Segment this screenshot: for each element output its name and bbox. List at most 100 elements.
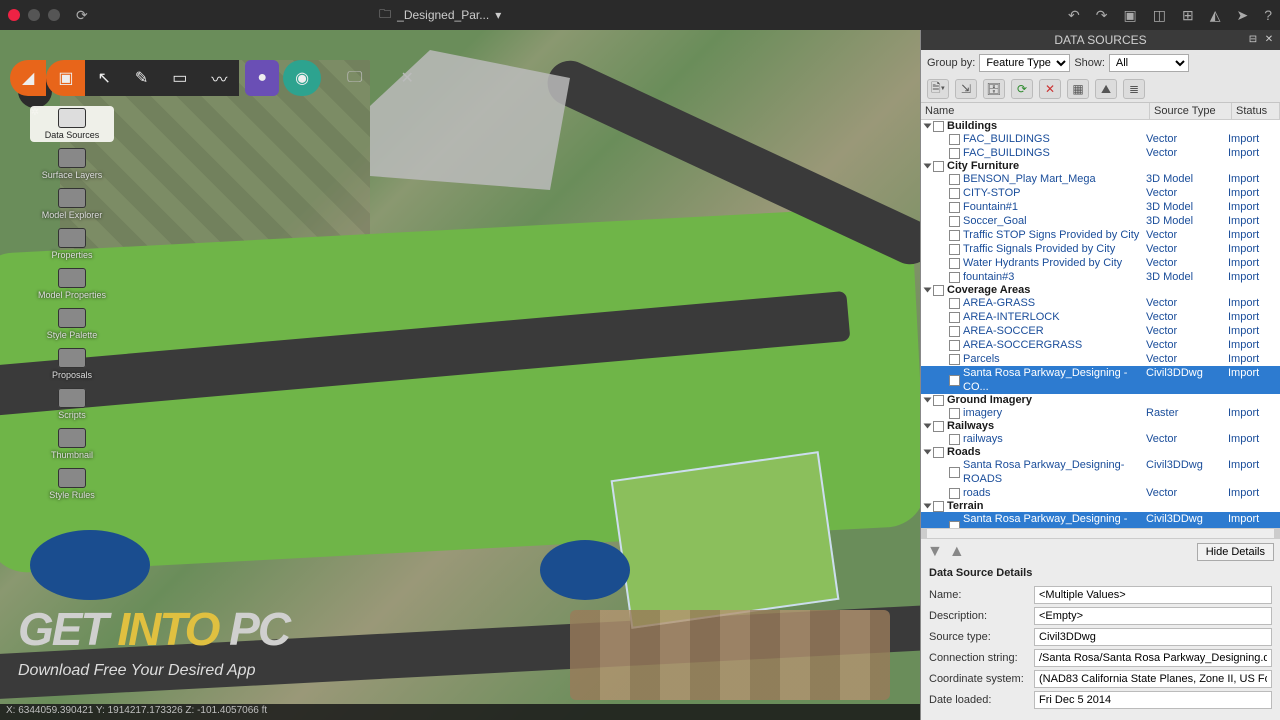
group-buildings[interactable]: Buildings xyxy=(921,120,1280,132)
tool-style-rules[interactable]: Style Rules xyxy=(30,466,114,502)
checkbox[interactable] xyxy=(933,447,944,458)
data-tree[interactable]: Name Source Type Status BuildingsFAC_BUI… xyxy=(921,103,1280,528)
checkbox[interactable] xyxy=(949,488,960,499)
checkbox[interactable] xyxy=(949,467,960,478)
arrow-up-icon[interactable]: ▲ xyxy=(949,543,965,561)
tool-a-icon[interactable]: ◭ xyxy=(1210,7,1221,24)
table-row[interactable]: railwaysVectorImport xyxy=(921,432,1280,446)
checkbox[interactable] xyxy=(933,395,944,406)
checkbox[interactable] xyxy=(949,521,960,529)
ribbon-track-icon[interactable]: 〰 xyxy=(199,60,239,96)
tool-style-palette[interactable]: Style Palette xyxy=(30,306,114,342)
show-select[interactable]: All xyxy=(1109,54,1189,72)
checkbox[interactable] xyxy=(949,134,960,145)
tb-db-icon[interactable]: 🗄 xyxy=(983,79,1005,99)
checkbox[interactable] xyxy=(933,121,944,132)
group-city-furniture[interactable]: City Furniture xyxy=(921,160,1280,172)
close-window[interactable] xyxy=(8,9,20,21)
table-row[interactable]: AREA-SOCCERGRASSVectorImport xyxy=(921,338,1280,352)
snapshot-icon[interactable]: ▣ xyxy=(1123,7,1136,24)
checkbox[interactable] xyxy=(949,230,960,241)
tool-model-explorer[interactable]: Model Explorer xyxy=(30,186,114,222)
table-row[interactable]: BENSON_Play Mart_Mega3D ModelImport xyxy=(921,172,1280,186)
detail-value[interactable] xyxy=(1034,670,1272,688)
group-ground-imagery[interactable]: Ground Imagery xyxy=(921,394,1280,406)
checkbox[interactable] xyxy=(949,354,960,365)
checkbox[interactable] xyxy=(949,148,960,159)
checkbox[interactable] xyxy=(949,272,960,283)
arrow-down-icon[interactable]: ▼ xyxy=(927,543,943,561)
redo-icon[interactable]: ↷ xyxy=(1096,7,1108,24)
col-type[interactable]: Source Type xyxy=(1150,103,1232,119)
checkbox[interactable] xyxy=(949,375,960,386)
tool-properties[interactable]: Properties xyxy=(30,226,114,262)
undo-icon[interactable]: ↶ xyxy=(1068,7,1080,24)
checkbox[interactable] xyxy=(949,312,960,323)
group-coverage-areas[interactable]: Coverage Areas xyxy=(921,284,1280,296)
tool-proposals[interactable]: Proposals xyxy=(30,346,114,382)
checkbox[interactable] xyxy=(949,188,960,199)
checkbox[interactable] xyxy=(949,298,960,309)
table-row[interactable]: Traffic Signals Provided by CityVectorIm… xyxy=(921,242,1280,256)
group-railways[interactable]: Railways xyxy=(921,420,1280,432)
checkbox[interactable] xyxy=(933,161,944,172)
ribbon-settings-icon[interactable]: ✕ xyxy=(388,60,425,96)
checkbox[interactable] xyxy=(949,174,960,185)
tb-refresh-icon[interactable]: ⟳ xyxy=(1011,79,1033,99)
ribbon-disk-icon[interactable]: ◉ xyxy=(283,60,321,96)
table-row[interactable]: ParcelsVectorImport xyxy=(921,352,1280,366)
tb-layer-icon[interactable]: ≣ xyxy=(1123,79,1145,99)
table-row[interactable]: Soccer_Goal3D ModelImport xyxy=(921,214,1280,228)
table-row[interactable]: Santa Rosa Parkway_Designing - CO...Civi… xyxy=(921,366,1280,394)
checkbox[interactable] xyxy=(949,244,960,255)
tool-scripts[interactable]: Scripts xyxy=(30,386,114,422)
checkbox[interactable] xyxy=(949,202,960,213)
ribbon-cube-icon[interactable]: ▣ xyxy=(46,60,85,96)
cursor-icon[interactable]: ➤ xyxy=(1236,7,1248,24)
split-4-icon[interactable]: ⊞ xyxy=(1182,7,1194,24)
detail-value[interactable] xyxy=(1034,691,1272,709)
table-row[interactable]: FAC_BUILDINGSVectorImport xyxy=(921,146,1280,160)
group-roads[interactable]: Roads xyxy=(921,446,1280,458)
tool-thumbnail[interactable]: Thumbnail xyxy=(30,426,114,462)
tb-config-icon[interactable]: ▦ xyxy=(1067,79,1089,99)
detail-value[interactable] xyxy=(1034,649,1272,667)
table-row[interactable]: Santa Rosa Parkway_Designing - AI...Civi… xyxy=(921,512,1280,528)
group-terrain[interactable]: Terrain xyxy=(921,500,1280,512)
ribbon-present-icon[interactable]: 🖵 xyxy=(335,60,374,96)
tb-file-icon[interactable]: 🗎▾ xyxy=(927,79,949,99)
checkbox[interactable] xyxy=(949,326,960,337)
table-row[interactable]: imageryRasterImport xyxy=(921,406,1280,420)
table-row[interactable]: Fountain#13D ModelImport xyxy=(921,200,1280,214)
table-row[interactable]: fountain#33D ModelImport xyxy=(921,270,1280,284)
ribbon-sphere-icon[interactable]: ● xyxy=(245,60,279,96)
ribbon-app-icon[interactable]: ◢ xyxy=(10,60,46,96)
tb-delete-icon[interactable]: ✕ xyxy=(1039,79,1061,99)
tool-model-properties[interactable]: Model Properties xyxy=(30,266,114,302)
table-row[interactable]: Santa Rosa Parkway_Designing-ROADSCivil3… xyxy=(921,458,1280,486)
ribbon-draw-icon[interactable]: ✎ xyxy=(123,60,160,96)
ribbon-select-icon[interactable]: ↖ xyxy=(85,60,122,96)
h-scrollbar[interactable] xyxy=(921,528,1280,538)
checkbox[interactable] xyxy=(949,258,960,269)
split-v-icon[interactable]: ◫ xyxy=(1153,7,1166,24)
col-name[interactable]: Name xyxy=(921,103,1150,119)
group-by-select[interactable]: Feature Type xyxy=(979,54,1070,72)
table-row[interactable]: Traffic STOP Signs Provided by CityVecto… xyxy=(921,228,1280,242)
table-row[interactable]: AREA-INTERLOCKVectorImport xyxy=(921,310,1280,324)
checkbox[interactable] xyxy=(949,434,960,445)
minimize-window[interactable] xyxy=(28,9,40,21)
table-row[interactable]: Water Hydrants Provided by CityVectorImp… xyxy=(921,256,1280,270)
hide-details-button[interactable]: Hide Details xyxy=(1197,543,1274,561)
checkbox[interactable] xyxy=(949,408,960,419)
tb-raster-icon[interactable]: ⛰ xyxy=(1095,79,1117,99)
detail-value[interactable] xyxy=(1034,628,1272,646)
tool-surface-layers[interactable]: Surface Layers xyxy=(30,146,114,182)
table-row[interactable]: roadsVectorImport xyxy=(921,486,1280,500)
table-row[interactable]: CITY-STOPVectorImport xyxy=(921,186,1280,200)
table-row[interactable]: AREA-GRASSVectorImport xyxy=(921,296,1280,310)
panel-close-icon[interactable]: ✕ xyxy=(1262,32,1276,46)
table-row[interactable]: AREA-SOCCERVectorImport xyxy=(921,324,1280,338)
maximize-window[interactable] xyxy=(48,9,60,21)
checkbox[interactable] xyxy=(933,501,944,512)
